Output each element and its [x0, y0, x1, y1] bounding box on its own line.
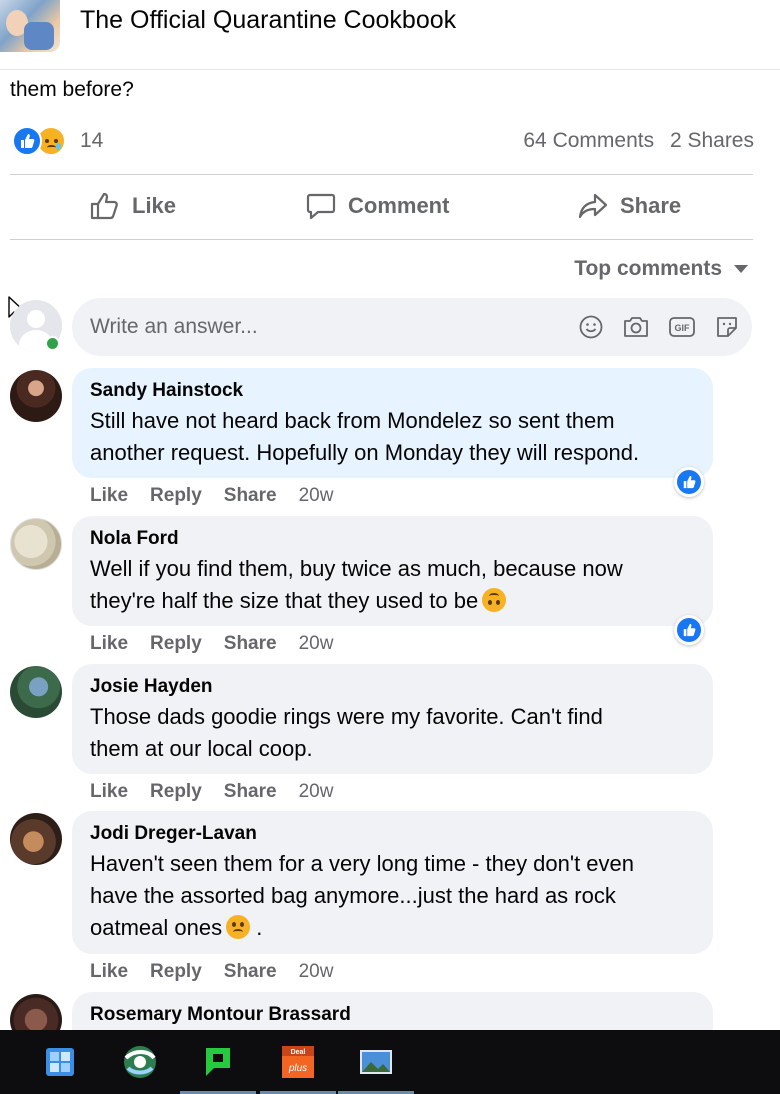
caret-down-icon [734, 265, 748, 273]
comment-reply-link[interactable]: Reply [150, 961, 202, 982]
comment-timestamp[interactable]: 20w [299, 485, 334, 506]
comment-share-link[interactable]: Share [224, 781, 277, 802]
comment-actions: Like Reply Share 20w [90, 781, 355, 803]
upside-down-smile-emoji-icon [482, 588, 507, 612]
sticker-icon[interactable] [714, 314, 740, 340]
post-action-bar: Like Comment Share [10, 178, 753, 238]
online-status-dot [45, 336, 60, 351]
comment-timestamp[interactable]: 20w [299, 781, 334, 802]
share-label: Share [620, 193, 682, 218]
group-header: The Official Quarantine Cookbook [0, 0, 780, 70]
comment-text-line: another request. Hopefully on Monday the… [90, 440, 640, 465]
gif-icon[interactable]: GIF [668, 314, 696, 340]
divider [10, 239, 753, 240]
share-button[interactable]: Share [578, 192, 681, 220]
commenter-avatar[interactable] [10, 370, 62, 422]
comment-bubble-icon [306, 193, 336, 220]
group-title[interactable]: The Official Quarantine Cookbook [80, 6, 456, 35]
comment-timestamp[interactable]: 20w [299, 633, 334, 654]
deal-plus-icon[interactable]: Deal plus [258, 1030, 338, 1094]
thumbs-up-icon [90, 192, 118, 220]
sort-label: Top comments [574, 257, 722, 280]
emoji-icon[interactable] [578, 314, 604, 340]
commenter-name[interactable]: Sandy Hainstock [90, 380, 693, 402]
svg-text:GIF: GIF [675, 323, 691, 333]
comment-bubble: Josie Hayden Those dads goodie rings wer… [72, 664, 713, 774]
comment-like-badge-icon[interactable] [674, 467, 704, 497]
comment-share-link[interactable]: Share [224, 485, 277, 506]
comment-bubble: Jodi Dreger-Lavan Haven't seen them for … [72, 811, 713, 954]
like-reaction-icon [12, 126, 42, 156]
comment-bubble: Nola Ford Well if you find them, buy twi… [72, 516, 713, 626]
comment-button[interactable]: Comment [306, 192, 449, 220]
share-arrow-icon [578, 193, 608, 219]
svg-text:plus: plus [288, 1063, 307, 1074]
shares-count-link[interactable]: 2 Shares [670, 129, 754, 152]
commenter-avatar[interactable] [10, 813, 62, 865]
comment-text-line: Haven't seen them for a very long time -… [90, 851, 635, 876]
comment-like-link[interactable]: Like [90, 485, 128, 506]
divider [10, 174, 753, 175]
comment-reply-link[interactable]: Reply [150, 485, 202, 506]
commenter-avatar[interactable] [10, 518, 62, 570]
comment-share-link[interactable]: Share [224, 633, 277, 654]
like-button[interactable]: Like [90, 192, 176, 220]
commenter-avatar[interactable] [10, 666, 62, 718]
comment-like-badge-icon[interactable] [674, 615, 704, 645]
windows-store-icon[interactable] [20, 1030, 100, 1094]
commenter-name[interactable]: Rosemary Montour Brassard [90, 1004, 693, 1026]
commenter-name[interactable]: Nola Ford [90, 528, 693, 550]
commenter-name[interactable]: Jodi Dreger-Lavan [90, 823, 693, 845]
comments-count-link[interactable]: 64 Comments [523, 129, 654, 152]
comment-share-link[interactable]: Share [224, 961, 277, 982]
comment-actions: Like Reply Share 20w [90, 485, 355, 507]
comment-text-line: have the assorted bag anymore...just the… [90, 883, 616, 908]
commenter-name[interactable]: Josie Hayden [90, 676, 693, 698]
comment-text-line: Still have not heard back from Mondelez … [90, 408, 615, 433]
comment-text-line: them at our local coop. [90, 736, 313, 761]
comment-reply-link[interactable]: Reply [150, 633, 202, 654]
sad-face-emoji-icon [226, 915, 251, 939]
comment-reply-link[interactable]: Reply [150, 781, 202, 802]
reaction-summary[interactable]: 14 [12, 126, 103, 156]
comment-like-link[interactable]: Like [90, 781, 128, 802]
comment-like-link[interactable]: Like [90, 961, 128, 982]
like-label: Like [132, 193, 177, 218]
composer-tools: GIF [560, 314, 740, 340]
windows-taskbar: Deal plus [0, 1030, 780, 1094]
answer-input[interactable] [90, 298, 550, 356]
reaction-count: 14 [80, 129, 104, 152]
landscape-photo-icon[interactable] [336, 1030, 416, 1094]
svg-text:Deal: Deal [291, 1049, 306, 1056]
comment-text-line: Well if you find them, buy twice as much… [90, 556, 623, 581]
camera-icon[interactable] [622, 314, 650, 340]
comment-timestamp[interactable]: 20w [299, 961, 334, 982]
comment-text-line: oatmeal ones . [90, 915, 263, 940]
answer-composer: GIF [72, 298, 752, 356]
comment-bubble: Sandy Hainstock Still have not heard bac… [72, 368, 713, 478]
comment-label: Comment [348, 193, 450, 218]
comment-like-link[interactable]: Like [90, 633, 128, 654]
group-thumbnail[interactable] [0, 0, 60, 52]
comment-actions: Like Reply Share 20w [90, 633, 355, 655]
comment-actions: Like Reply Share 20w [90, 961, 355, 983]
comment-text-line: they're half the size that they used to … [90, 585, 693, 617]
browser-globe-icon[interactable] [100, 1030, 180, 1094]
post-text: them before? [10, 78, 134, 101]
comment-sort-dropdown[interactable]: Top comments [574, 257, 748, 281]
post-stats: 64 Comments 2 Shares [523, 129, 754, 153]
green-chat-icon[interactable] [178, 1030, 258, 1094]
comment-text-line: Those dads goodie rings were my favorite… [90, 704, 603, 729]
